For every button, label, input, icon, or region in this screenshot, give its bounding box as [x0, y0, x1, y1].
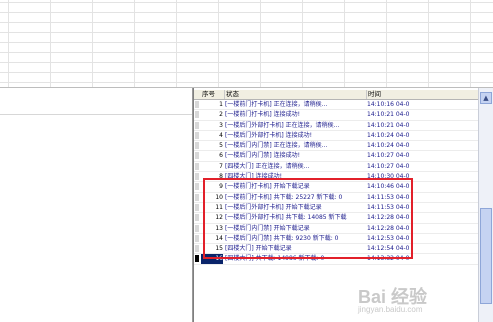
table-row[interactable]: 3 [一楼后门外部打卡机] 正在连接，请稍侯... 14:10:21 04-0 [194, 121, 479, 131]
row-status: [一楼后门外部打卡机] 连接成功! [225, 131, 312, 139]
row-time: 14:12:28 04-0 [367, 224, 410, 232]
row-time: 14:10:30 04-0 [367, 173, 410, 181]
row-seq: 4 [219, 131, 223, 139]
table-row[interactable]: 13 [一楼后门内门禁] 开始下载记录 14:12:28 04-0 [194, 224, 479, 234]
row-seq: 10 [215, 193, 223, 201]
row-indicator [195, 162, 199, 170]
row-time: 14:10:46 04-0 [367, 183, 410, 191]
row-indicator [195, 152, 199, 160]
row-seq: 9 [219, 183, 223, 191]
row-seq: 16 [201, 254, 223, 264]
table-row[interactable]: 7 [四楼大门] 正在连接，请稍侯... 14:10:27 04-0 [194, 162, 479, 173]
row-status: [四楼大门] 开始下载记录 [225, 245, 292, 253]
row-indicator [195, 214, 199, 222]
table-row[interactable]: 4 [一楼后门外部打卡机] 连接成功! 14:10:24 04-0 [194, 131, 479, 142]
table-row[interactable]: 1 [一楼前门打卡机] 正在连接，请稍侯... 14:10:16 04-0 [194, 100, 479, 111]
vertical-scrollbar[interactable]: ▲ [478, 88, 493, 322]
row-indicator [195, 183, 199, 191]
row-seq: 3 [219, 121, 223, 129]
watermark-logo: Bai 经验 jingyan.baidu.com [358, 283, 427, 314]
row-seq: 13 [215, 224, 223, 232]
row-status: [一楼后门内门禁] 正在连接，请稍侯... [225, 142, 328, 150]
row-time: 14:12:54 04-0 [367, 245, 410, 253]
row-status: [四楼大门] 正在连接，请稍侯... [225, 162, 310, 170]
current-row-arrow-icon [195, 255, 199, 263]
row-seq: 6 [219, 152, 223, 160]
table-row[interactable]: 14 [一楼后门内门禁] 共下载: 9230 新下载: 0 14:12:53 04-… [194, 234, 479, 245]
row-indicator [195, 224, 199, 232]
row-status: [一楼后门外部打卡机] 开始下载记录 [225, 203, 322, 211]
divider [0, 114, 192, 115]
row-seq: 1 [219, 101, 223, 108]
row-indicator [195, 173, 199, 181]
scrollbar-thumb[interactable] [480, 208, 492, 304]
column-header-time[interactable]: 时间 [367, 90, 479, 99]
row-indicator [195, 142, 199, 150]
grid-rows: 1 [一楼前门打卡机] 正在连接，请稍侯... 14:10:16 04-0 2 [一楼… [194, 100, 479, 265]
row-status: [一楼前门打卡机] 连接成功! [225, 111, 300, 119]
row-seq: 12 [215, 214, 223, 222]
row-seq: 2 [219, 111, 223, 119]
row-time: 14:13:32 04-0 [367, 255, 410, 263]
row-status: [四楼大门] 连接成功! [225, 173, 282, 181]
row-status: [一楼后门外部打卡机] 共下载: 14085 新下载 [225, 214, 347, 222]
log-grid[interactable]: 序号 状态 时间 1 [一楼前门打卡机] 正在连接，请稍侯... 14:10:16 … [193, 88, 479, 322]
row-indicator [195, 203, 199, 211]
table-row[interactable]: 10 [一楼前门打卡机] 共下载: 25227 新下载: 0 14:11:53 04… [194, 193, 479, 203]
watermark-subtext: jingyan.baidu.com [358, 305, 423, 314]
row-status: [一楼后门内门禁] 共下载: 9230 新下载: 0 [225, 234, 339, 242]
column-header-status[interactable]: 状态 [225, 90, 367, 99]
row-status: [一楼后门内门禁] 开始下载记录 [225, 224, 310, 232]
row-status: [四楼大门] 共下载: 14986 新下载: 0 [225, 255, 325, 263]
row-status: [一楼前门打卡机] 开始下载记录 [225, 183, 310, 191]
row-time: 14:10:16 04-0 [367, 101, 410, 108]
row-seq: 15 [215, 245, 223, 253]
row-time: 14:11:53 04-0 [367, 193, 410, 201]
table-row-selected[interactable]: 16 [四楼大门] 共下载: 14986 新下载: 0 14:13:32 04-0 [194, 254, 479, 265]
row-status: [一楼前门打卡机] 共下载: 25227 新下载: 0 [225, 193, 343, 201]
row-seq: 5 [219, 142, 223, 150]
row-seq: 8 [219, 173, 223, 181]
row-seq: 11 [215, 203, 223, 211]
row-time: 14:10:21 04-0 [367, 111, 410, 119]
row-time: 14:12:53 04-0 [367, 234, 410, 242]
table-row[interactable]: 11 [一楼后门外部打卡机] 开始下载记录 14:11:53 04-0 [194, 203, 479, 214]
row-indicator [195, 131, 199, 139]
table-row[interactable]: 12 [一楼后门外部打卡机] 共下载: 14085 新下载 14:12:28 04-… [194, 213, 479, 224]
row-indicator [195, 101, 199, 108]
table-row[interactable]: 15 [四楼大门] 开始下载记录 14:12:54 04-0 [194, 244, 479, 255]
spreadsheet-area[interactable] [0, 0, 493, 88]
row-indicator [195, 121, 199, 129]
row-time: 14:12:28 04-0 [367, 214, 410, 222]
column-header-seq[interactable]: 序号 [201, 90, 225, 99]
table-row[interactable]: 6 [一楼后门内门禁] 连接成功! 14:10:27 04-0 [194, 151, 479, 162]
row-status: [一楼前门打卡机] 正在连接，请稍侯... [225, 101, 328, 108]
left-panel [0, 88, 193, 322]
table-row[interactable]: 5 [一楼后门内门禁] 正在连接，请稍侯... 14:10:24 04-0 [194, 141, 479, 152]
row-indicator [195, 245, 199, 253]
row-seq: 7 [219, 162, 223, 170]
table-row[interactable]: 8 [四楼大门] 连接成功! 14:10:30 04-0 [194, 172, 479, 183]
table-row[interactable]: 9 [一楼前门打卡机] 开始下载记录 14:10:46 04-0 [194, 182, 479, 193]
row-time: 14:10:24 04-0 [367, 131, 410, 139]
row-status: [一楼后门内门禁] 连接成功! [225, 152, 300, 160]
row-time: 14:10:21 04-0 [367, 121, 410, 129]
table-row[interactable]: 2 [一楼前门打卡机] 连接成功! 14:10:21 04-0 [194, 110, 479, 121]
row-time: 14:10:27 04-0 [367, 162, 410, 170]
row-time: 14:11:53 04-0 [367, 203, 410, 211]
row-status: [一楼后门外部打卡机] 正在连接，请稍侯... [225, 121, 340, 129]
grid-header: 序号 状态 时间 [194, 90, 479, 100]
row-indicator [195, 193, 199, 201]
scroll-up-arrow-icon[interactable]: ▲ [480, 92, 492, 104]
row-indicator [195, 111, 199, 119]
row-time: 14:10:24 04-0 [367, 142, 410, 150]
row-time: 14:10:27 04-0 [367, 152, 410, 160]
row-indicator [195, 234, 199, 242]
row-seq: 14 [215, 234, 223, 242]
watermark-text: Bai 经验 [358, 287, 428, 307]
